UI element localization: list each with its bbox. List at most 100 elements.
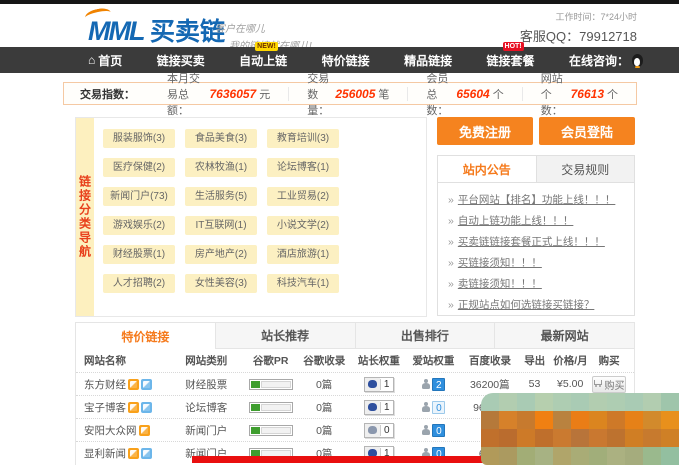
nav-badge-auto-chain: NEW! [255, 42, 278, 51]
site-name-cell: 宝子博客 [84, 400, 185, 415]
mosaic-cell [517, 411, 535, 429]
baidu-index: 36200篇 [459, 377, 521, 392]
site-category: 论坛博客 [185, 400, 243, 415]
announcement-link[interactable]: »平台网站【排名】功能上线！！！ [448, 190, 624, 211]
category-link[interactable]: 科技汽车(1) [267, 274, 339, 293]
stat-label: 会员总数： [426, 70, 453, 118]
announcement-link[interactable]: »卖链接须知！！！ [448, 274, 624, 295]
category-link[interactable]: IT互联网(1) [185, 216, 257, 235]
home-icon: ⌂ [88, 53, 95, 67]
az-weight-cell: 2 [407, 378, 459, 391]
bullet-icon: » [448, 274, 454, 295]
announcement-text: 正规站点如何选链接买链接？ [458, 299, 595, 311]
col-header-6: 百度收录 [459, 353, 521, 368]
site-name-cell: 安阳大众网 [84, 423, 185, 438]
mosaic-cell [517, 447, 535, 465]
mosaic-cell [661, 411, 679, 429]
paw-iconbox [365, 378, 380, 391]
price-per-month: ¥5.00 [548, 378, 592, 390]
category-link[interactable]: 食品美食(3) [185, 129, 257, 148]
nav-item-link-trade[interactable]: 链接买卖 [157, 52, 205, 69]
stat-value: 7636057 [210, 87, 257, 101]
announcement-link[interactable]: »买链接须知！！！ [448, 253, 624, 274]
nav-item-premium-links[interactable]: 精品链接 [404, 52, 452, 69]
mosaic-cell [643, 411, 661, 429]
nav-item-label: 链接买卖 [157, 52, 205, 69]
site-name-link[interactable]: 显利新闻 [84, 446, 126, 461]
table-tab-1[interactable]: 站长推荐 [215, 323, 355, 349]
category-link[interactable]: 工业贸易(2) [267, 187, 339, 206]
zz-weight-value: 1 [380, 402, 393, 413]
paw-iconbox [365, 424, 380, 437]
col-header-0: 网站名称 [84, 353, 185, 368]
table-tab-3[interactable]: 最新网站 [494, 323, 634, 349]
table-tab-0[interactable]: 特价链接 [76, 323, 215, 349]
mosaic-cell [481, 447, 499, 465]
nav-item-label: 精品链接 [404, 52, 452, 69]
category-link[interactable]: 论坛博客(1) [267, 158, 339, 177]
az-weight-value: 0 [432, 401, 445, 414]
site-name-link[interactable]: 安阳大众网 [84, 423, 137, 438]
stat-value: 76613 [571, 87, 604, 101]
stats-title: 交易指数： [80, 86, 135, 102]
stat-value: 65604 [456, 87, 489, 101]
nav-badge-link-packages: HOT! [503, 42, 524, 51]
category-link[interactable]: 生活服务(5) [185, 187, 257, 206]
nav-item-link-packages[interactable]: 链接套餐HOT! [487, 52, 535, 69]
announcement-link[interactable]: »正规站点如何选链接买链接？ [448, 295, 624, 316]
mosaic-cell [607, 411, 625, 429]
tab-trade-rules[interactable]: 交易规则 [536, 156, 635, 183]
mosaic-cell [553, 393, 571, 411]
mosaic-cell [625, 411, 643, 429]
stat-unit: 元 [259, 86, 270, 102]
mosaic-cell [535, 429, 553, 447]
nav-item-home[interactable]: ⌂首页 [88, 52, 122, 69]
category-link[interactable]: 小说文学(2) [267, 216, 339, 235]
site-name-link[interactable]: 宝子博客 [84, 400, 126, 415]
pagerank-bar [249, 402, 293, 413]
category-link[interactable]: 房产地产(2) [185, 245, 257, 264]
nav-item-special-links[interactable]: 特价链接 [322, 52, 370, 69]
category-link[interactable]: 酒店旅游(1) [267, 245, 339, 264]
announcement-link[interactable]: »买卖链链接套餐正式上线！！！ [448, 232, 624, 253]
tab-site-notice[interactable]: 站内公告 [438, 156, 536, 182]
trade-stats-bar: 交易指数： 本月交易总额：7636057元交易数量：256005笔会员总数：65… [63, 82, 637, 105]
paw-icon [368, 403, 377, 411]
table-tab-2[interactable]: 出售排行 [355, 323, 495, 349]
category-link[interactable]: 服装服饰(3) [103, 129, 175, 148]
cart-icon [594, 380, 602, 385]
nav-item-online-service[interactable]: 在线咨询： [569, 52, 643, 69]
logo[interactable]: MML 买卖链 [88, 12, 225, 48]
stat-item-3: 网站个数：76613个 [522, 87, 636, 101]
bullet-icon: » [448, 190, 454, 211]
col-header-3: 谷歌收录 [298, 353, 350, 368]
register-button[interactable]: 免费注册 [437, 117, 533, 145]
login-button[interactable]: 会员登陆 [539, 117, 635, 145]
announcement-link[interactable]: »自动上链功能上线！！！ [448, 211, 624, 232]
category-link[interactable]: 农林牧渔(1) [185, 158, 257, 177]
category-link[interactable]: 新闻门户(73) [103, 187, 175, 206]
category-panel: 链接分类导航 服装服饰(3)食品美食(3)教育培训(3)医疗保健(2)农林牧渔(… [75, 117, 427, 317]
service-qq-label: 客服QQ：79912718 [520, 26, 637, 45]
stat-label: 本月交易总额： [167, 70, 207, 118]
orange-site-badge-icon [128, 402, 139, 413]
mosaic-cell [481, 393, 499, 411]
pagerank-bar [249, 379, 293, 390]
category-link[interactable]: 游戏娱乐(2) [103, 216, 175, 235]
nav-item-auto-chain[interactable]: 自动上链NEW! [239, 52, 287, 69]
pr-cell [243, 425, 299, 436]
main-nav: ⌂首页 链接买卖 自动上链NEW! 特价链接 精品链接 链接套餐HOT! 在线咨询： [0, 47, 679, 73]
site-name-link[interactable]: 东方财经 [84, 377, 126, 392]
pr-cell [243, 379, 299, 390]
category-link[interactable]: 教育培训(3) [267, 129, 339, 148]
category-link[interactable]: 财经股票(1) [103, 245, 175, 264]
category-link[interactable]: 人才招聘(2) [103, 274, 175, 293]
col-header-7: 导出 [521, 353, 549, 368]
censored-mosaic-overlay [481, 393, 679, 465]
category-link[interactable]: 医疗保健(2) [103, 158, 175, 177]
mosaic-cell [625, 429, 643, 447]
mosaic-cell [499, 411, 517, 429]
az-weight-cell: 0 [408, 424, 460, 437]
buy-button[interactable]: 购买 [592, 376, 626, 393]
category-link[interactable]: 女性美容(3) [185, 274, 257, 293]
